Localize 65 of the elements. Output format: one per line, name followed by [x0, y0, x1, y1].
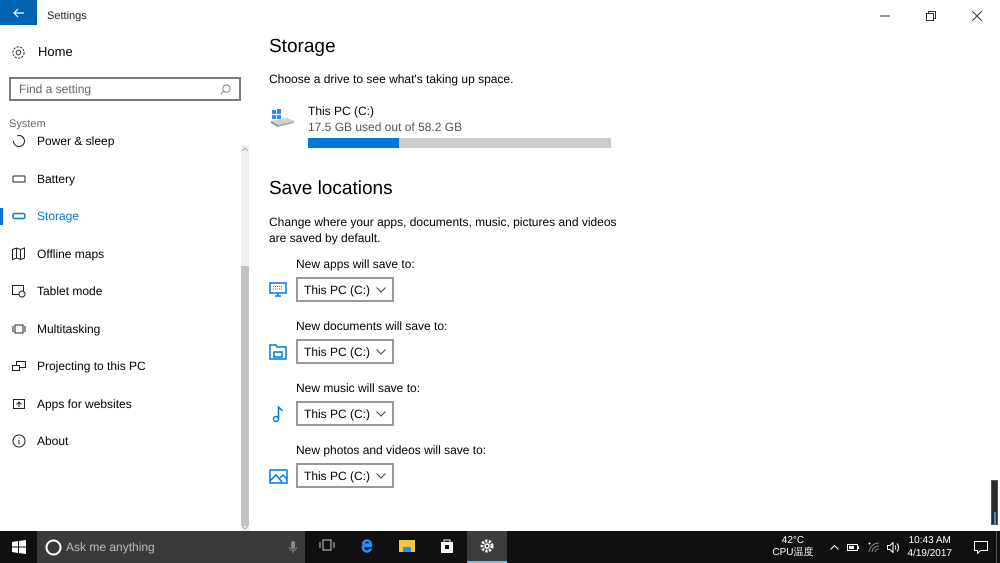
taskbar-search-field[interactable]: Ask me anything — [66, 538, 289, 556]
drive-dropdown[interactable]: This PC (C:) — [296, 339, 394, 364]
power-icon — [11, 133, 27, 150]
search-field[interactable]: Find a setting — [19, 80, 220, 98]
back-arrow-icon — [12, 8, 24, 18]
image-icon — [269, 466, 288, 484]
info-icon — [11, 433, 27, 450]
speech-bubble-icon — [974, 540, 988, 554]
speaker-icon[interactable] — [886, 542, 900, 552]
scroll-down-icon — [242, 526, 248, 530]
circle-icon — [45, 538, 62, 556]
sidebar-item[interactable]: Power & sleep — [37, 132, 114, 150]
description-text: Choose a drive to see what's taking up space. — [269, 71, 514, 88]
drive-icon — [269, 109, 295, 129]
scrollbar[interactable] — [241, 145, 249, 531]
field-label: New apps will save to: — [296, 256, 416, 272]
back-button[interactable] — [0, 0, 37, 25]
home-link[interactable]: Home — [38, 42, 73, 62]
drive-dropdown[interactable]: This PC (C:) — [296, 463, 394, 488]
clock[interactable]: 10:43 AM 4/19/2017 — [908, 534, 952, 560]
chevron-down-icon — [376, 286, 386, 292]
field-label: New documents will save to: — [296, 318, 448, 334]
sidebar-item[interactable]: Storage — [37, 207, 80, 226]
search-icon — [220, 84, 231, 94]
monitor-icon — [269, 280, 288, 298]
section-label: System — [9, 117, 47, 132]
field-label: New photos and videos will save to: — [296, 442, 488, 458]
temperature-text: 42°C — [782, 535, 804, 546]
wifi-icon[interactable] — [868, 542, 880, 552]
battery-icon[interactable] — [846, 544, 858, 550]
chevron-down-icon — [376, 472, 386, 478]
folder-icon — [269, 342, 288, 360]
close-icon — [972, 11, 982, 21]
chevron-up-icon[interactable] — [830, 544, 838, 550]
restore-icon — [926, 11, 936, 21]
drive-usage: 17.5 GB used out of 58.2 GB — [308, 119, 464, 135]
taskbar-search-box[interactable]: Ask me anything — [37, 531, 305, 563]
drive-name[interactable]: This PC (C:) — [308, 103, 611, 119]
taskbar-app-button[interactable] — [467, 531, 507, 563]
section-heading: Save locations — [269, 177, 394, 201]
windows-icon — [12, 540, 26, 554]
gear-icon — [11, 44, 26, 60]
chevron-down-icon — [376, 348, 386, 354]
chevron-down-icon — [376, 410, 386, 416]
window-title: Settings — [47, 8, 87, 24]
sidebar-item[interactable]: Offline maps — [37, 244, 104, 263]
scroll-up-icon — [242, 147, 248, 151]
section-heading: Storage — [269, 35, 337, 59]
microphone-icon — [289, 541, 297, 553]
field-label: New music will save to: — [296, 380, 422, 396]
sidebar-item[interactable]: Projecting to this PC — [37, 357, 146, 376]
minimize-icon — [880, 15, 890, 17]
scroll-indicator — [991, 480, 998, 525]
sidebar-item[interactable]: Multitasking — [37, 320, 100, 338]
sensor-label: CPU温度 — [772, 547, 814, 559]
sidebar-item[interactable]: Tablet mode — [37, 282, 102, 300]
drive-dropdown[interactable]: This PC (C:) — [296, 401, 394, 426]
search-box[interactable]: Find a setting — [9, 77, 241, 101]
drive-dropdown[interactable]: This PC (C:) — [296, 277, 394, 302]
description-text: Change where your apps, documents, music, pictures and videos are saved by default. — [269, 214, 618, 246]
sidebar-item[interactable]: Apps for websites — [37, 394, 132, 413]
map-icon — [11, 246, 27, 262]
tablet-icon — [11, 283, 27, 300]
sidebar-item[interactable]: About — [37, 432, 68, 450]
sidebar-item[interactable]: Battery — [37, 170, 76, 188]
